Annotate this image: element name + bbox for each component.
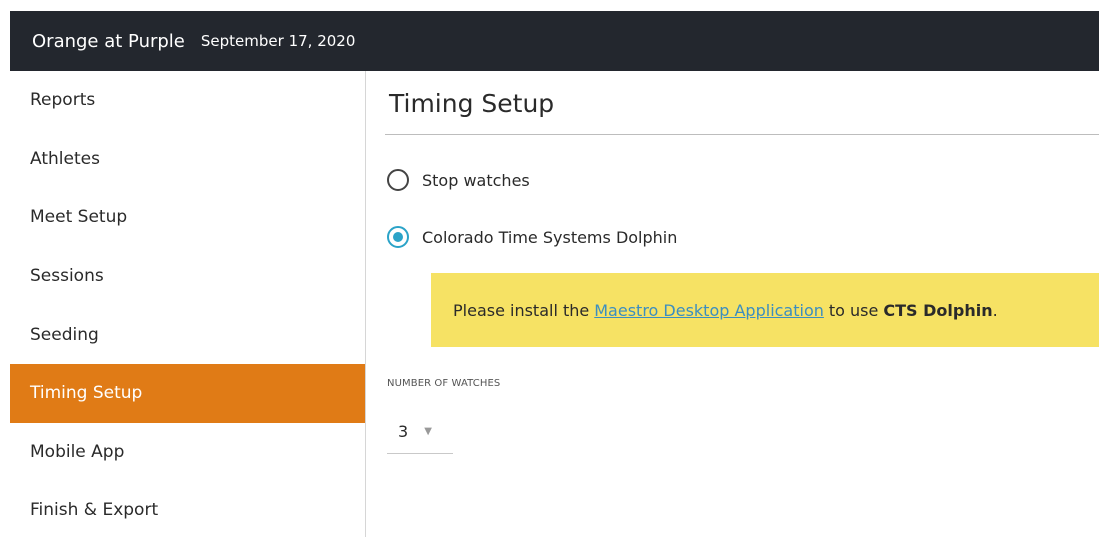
sidebar-item-reports[interactable]: Reports: [10, 71, 365, 130]
sidebar-item-sessions[interactable]: Sessions: [10, 247, 365, 306]
radio-label: Colorado Time Systems Dolphin: [422, 227, 678, 247]
maestro-desktop-link[interactable]: Maestro Desktop Application: [594, 301, 824, 320]
main-content: Timing Setup Stop watches Colorado Time …: [367, 71, 1099, 537]
radio-selected-dot: [393, 232, 403, 242]
watches-select[interactable]: 3 ▼: [387, 409, 453, 454]
install-notice: Please install the Maestro Desktop Appli…: [431, 273, 1099, 347]
meet-date: September 17, 2020: [200, 32, 356, 50]
sidebar-item-label: Timing Setup: [30, 383, 143, 404]
sidebar-item-meet-setup[interactable]: Meet Setup: [10, 188, 365, 247]
sidebar-item-label: Mobile App: [30, 441, 125, 462]
sidebar-item-seeding[interactable]: Seeding: [10, 305, 365, 364]
radio-option-cts-dolphin[interactable]: Colorado Time Systems Dolphin: [387, 226, 677, 248]
notice-bold: CTS Dolphin: [883, 300, 993, 320]
notice-prefix: Please install the: [453, 300, 590, 320]
sidebar-item-finish-export[interactable]: Finish & Export: [10, 481, 365, 537]
chevron-down-icon: ▼: [424, 425, 432, 437]
sidebar-item-timing-setup[interactable]: Timing Setup: [10, 363, 365, 423]
sidebar-item-mobile-app[interactable]: Mobile App: [10, 423, 365, 482]
sidebar-item-label: Finish & Export: [30, 500, 159, 521]
sidebar-item-label: Reports: [30, 90, 96, 111]
sidebar-item-label: Athletes: [30, 148, 100, 169]
sidebar-item-athletes[interactable]: Athletes: [10, 130, 365, 189]
radio-button-selected[interactable]: [387, 226, 409, 248]
meet-title: Orange at Purple: [32, 30, 185, 52]
sidebar-item-label: Sessions: [30, 266, 104, 287]
notice-suffix: .: [992, 300, 998, 320]
sidebar: Reports Athletes Meet Setup Sessions See…: [10, 71, 366, 537]
radio-label: Stop watches: [422, 170, 530, 190]
sidebar-item-label: Meet Setup: [30, 207, 128, 228]
top-bar: Orange at Purple September 17, 2020: [10, 11, 1099, 71]
notice-middle: to use: [828, 300, 879, 320]
sidebar-item-label: Seeding: [30, 324, 99, 345]
radio-button[interactable]: [387, 169, 409, 191]
watches-field-label: NUMBER OF WATCHES: [387, 378, 501, 389]
page-title: Timing Setup: [389, 89, 555, 118]
watches-select-value: 3: [398, 421, 409, 441]
radio-option-stop-watches[interactable]: Stop watches: [387, 169, 530, 191]
title-divider: [385, 134, 1099, 135]
